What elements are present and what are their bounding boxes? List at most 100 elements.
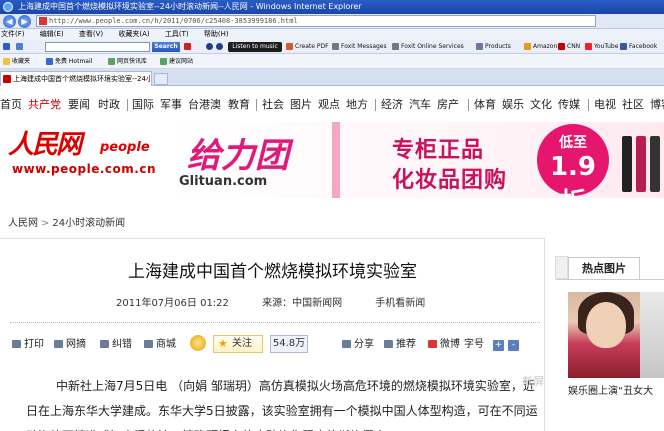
toolbar-cnn[interactable]: CNN <box>558 42 580 52</box>
people-logo[interactable]: 人民网 people www.people.com.cn <box>8 122 163 182</box>
nav-realestate[interactable]: 房产 <box>437 95 459 115</box>
toolbar-products[interactable]: Products <box>476 42 511 52</box>
browser-tab[interactable]: 上海建成中国首个燃烧模拟环境实验室--24小... <box>0 71 152 86</box>
nav-community[interactable]: 社区 <box>622 95 644 115</box>
print-button[interactable]: 打印 <box>12 336 44 354</box>
nav-society[interactable]: 社会 <box>262 95 284 115</box>
breadcrumb: 人民网 >24小时滚动新闻 <box>8 214 538 234</box>
sidebar-tab-left[interactable] <box>555 256 568 279</box>
weibo-icon <box>428 340 437 348</box>
page-icon <box>39 17 47 25</box>
recommend-button[interactable]: 推荐 <box>384 336 416 354</box>
nav-divider <box>127 99 128 111</box>
nav-economy[interactable]: 经济 <box>381 95 403 115</box>
menu-favorites[interactable]: 收藏夹(A) <box>118 30 149 38</box>
back-button[interactable]: ◀ <box>3 15 16 28</box>
facebook-icon <box>620 43 627 50</box>
nav-media[interactable]: 传媒 <box>558 95 580 115</box>
correct-icon <box>100 340 109 348</box>
toolbar-facebook[interactable]: Facebook <box>620 42 657 52</box>
shop-button[interactable]: 商城 <box>144 336 176 354</box>
ad-badge-top: 低至 <box>559 135 587 151</box>
article-source[interactable]: 来源：中国新闻网 <box>262 298 342 309</box>
breadcrumb-divider <box>0 238 545 239</box>
new-tab-button[interactable] <box>154 73 168 85</box>
toolbar-search-button[interactable]: Search <box>152 42 180 52</box>
nav-sports[interactable]: 体育 <box>474 95 496 115</box>
forward-button[interactable]: ▶ <box>18 15 31 28</box>
media-play-icon[interactable] <box>216 42 225 52</box>
nav-culture[interactable]: 文化 <box>530 95 552 115</box>
nav-politics[interactable]: 时政 <box>98 95 120 115</box>
hot-picture-caption[interactable]: 娱乐圈上演“丑女大 <box>568 382 664 397</box>
toolbar-foxit-messages[interactable]: Foxit Messages <box>332 42 387 52</box>
nav-blog[interactable]: 博客 <box>650 95 664 115</box>
ad-discount-badge: 低至 1.9折 <box>537 124 609 198</box>
font-decrease-button[interactable]: - <box>508 340 519 351</box>
article-meta: 2011年07月06日 01:22 来源：中国新闻网 手机看新闻 <box>116 294 455 309</box>
ad-divider <box>332 122 340 198</box>
mood-emoji-icon[interactable] <box>190 335 206 351</box>
ad-line1: 专柜正品 <box>392 138 485 163</box>
amazon-icon <box>524 43 531 50</box>
meta-divider <box>10 322 540 323</box>
nav-divider <box>588 99 589 111</box>
nav-education[interactable]: 教育 <box>228 95 250 115</box>
nav-military[interactable]: 军事 <box>160 95 182 115</box>
toolbar-ask-icon[interactable] <box>184 42 193 52</box>
nav-hk-tw[interactable]: 台港澳 <box>188 95 221 115</box>
nav-news[interactable]: 要闻 <box>68 95 90 115</box>
breadcrumb-section[interactable]: 24小时滚动新闻 <box>52 218 125 229</box>
font-increase-button[interactable]: + <box>493 340 504 351</box>
toolbar-create-pdf[interactable]: Create PDF <box>286 42 329 52</box>
hot-picture-photo-2[interactable] <box>640 292 664 378</box>
menu-view[interactable]: 查看(V) <box>79 30 103 38</box>
menu-help[interactable]: 帮助(H) <box>204 30 229 38</box>
breadcrumb-home[interactable]: 人民网 <box>8 218 38 229</box>
article-date: 2011年07月06日 01:22 <box>116 298 229 309</box>
toolbar-youtube[interactable]: YouTube <box>585 42 618 52</box>
weibo-button[interactable]: 微博 <box>428 336 460 354</box>
bookmark-button[interactable]: 网摘 <box>54 336 86 354</box>
menu-bar: 文件(F) 编辑(E) 查看(V) 收藏夹(A) 工具(T) 帮助(H) <box>0 29 664 40</box>
article-paragraph: 中新社上海7月5日电 （向娟 邹瑞玥）高仿真模拟火场高危环境的燃烧模拟环境实验室… <box>26 379 538 431</box>
print-icon <box>12 340 21 348</box>
ad-product-icon <box>650 136 660 192</box>
toolbar-g-icon[interactable] <box>16 42 25 52</box>
media-back-icon[interactable] <box>206 42 215 52</box>
follow-button[interactable]: ★ 关注 <box>213 335 263 353</box>
youtube-icon <box>585 43 592 50</box>
bookmark-icon <box>54 340 63 348</box>
menu-file[interactable]: 文件(F) <box>1 30 25 38</box>
menu-edit[interactable]: 编辑(E) <box>40 30 64 38</box>
window-titlebar: 上海建成中国首个燃烧模拟环境实验室--24小时滚动新闻--人民网 - Windo… <box>0 0 664 14</box>
nav-opinion[interactable]: 观点 <box>318 95 340 115</box>
mobile-news-link[interactable]: 手机看新闻 <box>375 298 425 309</box>
ad-badge-main: 1.9折 <box>549 152 597 198</box>
menu-tools[interactable]: 工具(T) <box>165 30 189 38</box>
listen-music-button[interactable]: Listen to music <box>228 42 282 52</box>
nav-party[interactable]: 共产党 <box>28 95 61 115</box>
nav-world[interactable]: 国际 <box>132 95 154 115</box>
nav-auto[interactable]: 汽车 <box>409 95 431 115</box>
nav-local[interactable]: 地方 <box>346 95 368 115</box>
share-button[interactable]: 分享 <box>342 336 374 354</box>
toolbar-search-input[interactable] <box>45 42 150 52</box>
site-nav: 首页 共产党 要闻 时政 国际 军事 台港澳 教育 社会 图片 观点 地方 经济… <box>0 95 664 115</box>
address-input[interactable]: http://www.people.com.cn/h/2011/0706/c25… <box>36 15 596 27</box>
correct-button[interactable]: 纠错 <box>100 336 132 354</box>
ad-banner[interactable]: 给力团 Glituan.com 专柜正品 化妆品团购 低至 1.9折 <box>167 122 664 198</box>
nav-home[interactable]: 首页 <box>0 95 22 115</box>
fav-webslice[interactable]: 网页快讯库 <box>108 54 147 69</box>
nav-tv[interactable]: 电视 <box>594 95 616 115</box>
toolbar-foxit-online[interactable]: Foxit Online Services <box>392 42 464 52</box>
recommend-icon <box>384 340 393 348</box>
tab-hot-pictures[interactable]: 热点图片 <box>568 257 640 279</box>
nav-photos[interactable]: 图片 <box>290 95 312 115</box>
fav-hotmail[interactable]: 免费 Hotmail <box>46 54 92 69</box>
nav-entertainment[interactable]: 娱乐 <box>502 95 524 115</box>
favorites-button[interactable]: 收藏夹 <box>3 54 30 69</box>
toolbar-amazon[interactable]: Amazon <box>524 42 557 52</box>
fav-suggested[interactable]: 建议网站 <box>160 54 193 69</box>
sidebar-divider <box>556 279 664 280</box>
